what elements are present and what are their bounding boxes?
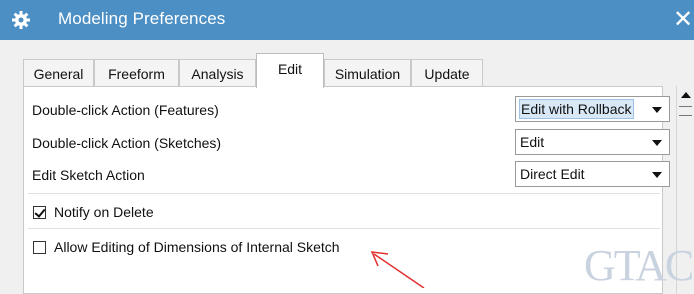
window-title: Modeling Preferences	[58, 9, 226, 28]
tab-analysis[interactable]: Analysis	[179, 59, 256, 87]
edit-sketch-action-label: Edit Sketch Action	[32, 167, 145, 183]
double-click-features-value: Edit with Rollback	[519, 99, 634, 119]
tab-edit[interactable]: Edit	[256, 53, 324, 88]
scroll-up-arrow-icon[interactable]	[677, 86, 694, 104]
title-bar: Modeling Preferences ✕	[0, 0, 694, 40]
divider	[28, 228, 660, 229]
close-icon[interactable]: ✕	[673, 6, 694, 34]
edit-sketch-action-dropdown[interactable]: Direct Edit	[515, 161, 670, 187]
divider	[28, 193, 660, 194]
tab-strip: General Freeform Analysis Edit Simulatio…	[23, 53, 678, 88]
double-click-sketches-dropdown[interactable]: Edit	[515, 129, 670, 155]
notify-on-delete-checkbox-row[interactable]: Notify on Delete	[33, 204, 154, 220]
chevron-down-icon	[652, 140, 662, 146]
allow-editing-dimensions-checkbox[interactable]	[33, 240, 46, 254]
allow-editing-dimensions-checkbox-row[interactable]: Allow Editing of Dimensions of Internal …	[33, 239, 340, 255]
notify-on-delete-checkbox[interactable]	[33, 205, 46, 219]
chevron-down-icon	[652, 172, 662, 178]
edit-sketch-action-value: Direct Edit	[520, 166, 585, 182]
watermark: GTAC	[584, 241, 694, 290]
annotation-arrow-icon	[370, 251, 425, 288]
edit-settings-panel: Double-click Action (Features) Edit with…	[23, 86, 670, 294]
gear-icon	[12, 11, 30, 29]
chevron-down-icon	[652, 107, 662, 113]
tab-freeform[interactable]: Freeform	[94, 59, 179, 87]
double-click-sketches-value: Edit	[520, 134, 545, 150]
double-click-features-dropdown[interactable]: Edit with Rollback	[515, 96, 670, 122]
double-click-sketches-label: Double-click Action (Sketches)	[32, 135, 222, 151]
notify-on-delete-label: Notify on Delete	[54, 204, 154, 220]
allow-editing-dimensions-label: Allow Editing of Dimensions of Internal …	[54, 239, 340, 255]
tab-simulation[interactable]: Simulation	[324, 59, 411, 87]
tab-update[interactable]: Update	[411, 59, 483, 87]
scroll-thumb[interactable]	[679, 106, 692, 116]
double-click-features-label: Double-click Action (Features)	[32, 102, 219, 118]
tab-general[interactable]: General	[23, 59, 94, 87]
